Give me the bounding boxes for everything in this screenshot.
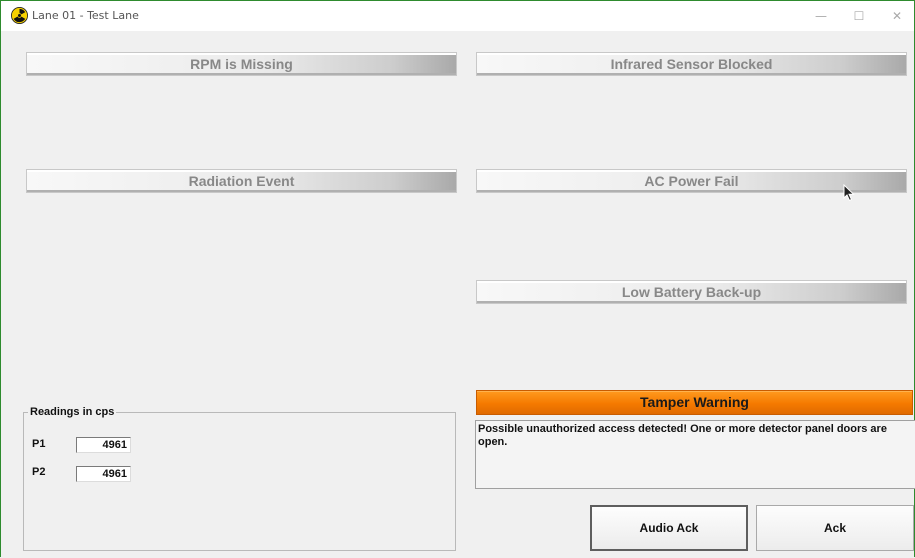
indicator-radiation-event: Radiation Event bbox=[26, 169, 457, 193]
indicator-infrared-sensor-blocked: Infrared Sensor Blocked bbox=[476, 52, 907, 76]
alert-message-box: Possible unauthorized access detected! O… bbox=[475, 420, 915, 489]
mouse-cursor-icon bbox=[843, 184, 855, 202]
readings-group: Readings in cps P1 4961 P2 4961 bbox=[23, 406, 456, 551]
ack-button[interactable]: Ack bbox=[756, 505, 914, 551]
minimize-button[interactable]: — bbox=[811, 7, 831, 25]
readings-legend: Readings in cps bbox=[28, 406, 117, 418]
maximize-button[interactable]: ☐ bbox=[849, 7, 869, 25]
p2-label: P2 bbox=[32, 466, 46, 478]
indicator-rpm-missing: RPM is Missing bbox=[26, 52, 457, 76]
indicator-tamper-warning: Tamper Warning bbox=[476, 390, 913, 415]
audio-ack-button[interactable]: Audio Ack bbox=[590, 505, 748, 551]
p1-value-field: 4961 bbox=[76, 437, 131, 453]
title-bar: Lane 01 - Test Lane — ☐ ✕ bbox=[1, 1, 914, 31]
window-title: Lane 01 - Test Lane bbox=[32, 9, 139, 22]
app-window: Lane 01 - Test Lane — ☐ ✕ RPM is Missing… bbox=[0, 0, 915, 557]
p1-label: P1 bbox=[32, 438, 46, 450]
indicator-low-battery-backup: Low Battery Back-up bbox=[476, 280, 907, 304]
radiation-icon bbox=[11, 7, 28, 24]
close-button[interactable]: ✕ bbox=[887, 7, 907, 25]
p2-value-field: 4961 bbox=[76, 466, 131, 482]
